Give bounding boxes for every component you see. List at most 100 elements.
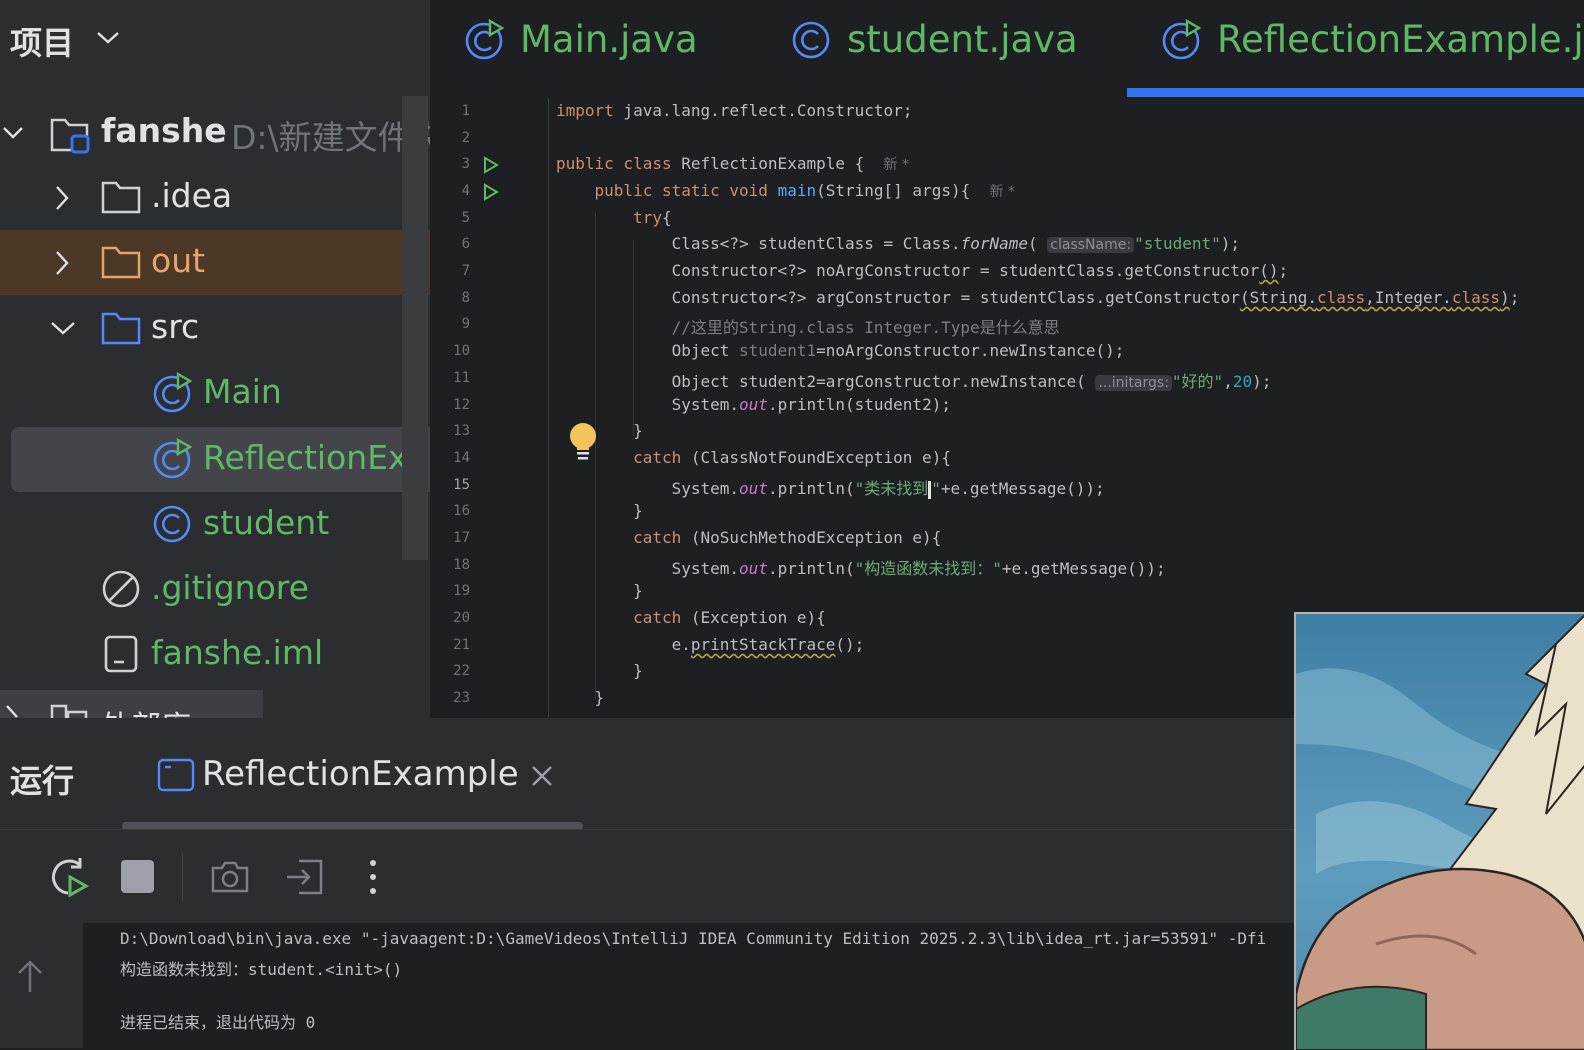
- run-tab-reflectionexample[interactable]: ReflectionExample: [150, 748, 570, 808]
- anime-character-image: [1296, 614, 1584, 1050]
- line-number: 23: [453, 690, 470, 706]
- chevron-right-icon[interactable]: [2, 704, 22, 718]
- line-number: 12: [453, 397, 470, 413]
- line-number: 22: [453, 663, 470, 679]
- sidebar-scrollbar[interactable]: [402, 96, 428, 560]
- code-line: 4 public static void main(String[] args)…: [430, 179, 1584, 206]
- active-tab-indicator: [1127, 88, 1584, 97]
- code-line: 1 import java.lang.reflect.Constructor;: [430, 99, 1584, 126]
- code-line: 14 catch (ClassNotFoundException e){: [430, 446, 1584, 473]
- tree-item-label: fanshe.iml: [151, 633, 324, 672]
- new-marker: 新 *: [989, 184, 1015, 200]
- source-folder-icon: [101, 312, 141, 345]
- tree-item-main[interactable]: Main: [0, 361, 430, 426]
- tree-item-label: fanshe: [101, 111, 227, 150]
- java-runnable-icon: [465, 18, 505, 60]
- stop-button[interactable]: [121, 860, 154, 893]
- chevron-down-icon[interactable]: [50, 318, 76, 338]
- project-panel: 项目 fanshe D:\新建文件夹 .idea out src Main Re…: [0, 0, 430, 718]
- tree-item-project-root[interactable]: fanshe D:\新建文件夹: [0, 100, 430, 165]
- project-panel-header[interactable]: 项目: [0, 0, 430, 82]
- import-icon[interactable]: [285, 857, 325, 897]
- tab-reflectionexample-java[interactable]: ReflectionExample.java: [1161, 14, 1584, 68]
- string-literal: "构造函数未找到：": [854, 559, 1002, 578]
- line-number: 3: [461, 156, 470, 172]
- number-literal: 20: [1232, 372, 1253, 391]
- folder-icon: [101, 181, 141, 214]
- code-line: 16 }: [430, 499, 1584, 526]
- chevron-right-icon[interactable]: [52, 185, 72, 211]
- close-icon[interactable]: [530, 764, 554, 788]
- line-number: 9: [461, 316, 470, 332]
- tab-label: ReflectionExample.java: [1217, 18, 1584, 61]
- toolbar-separator: [182, 852, 183, 902]
- more-options-icon[interactable]: [366, 857, 380, 897]
- parameter-hint: ...initargs:: [1095, 375, 1172, 391]
- tree-item-fanshe-iml[interactable]: fanshe.iml: [0, 622, 430, 687]
- tree-item-label: src: [151, 307, 200, 346]
- java-runnable-icon: [1162, 18, 1202, 60]
- code-line: 11 Object student2=argConstructor.newIns…: [430, 366, 1584, 393]
- tree-item-label: out: [151, 241, 206, 280]
- new-marker: 新 *: [883, 157, 909, 173]
- chevron-right-icon[interactable]: [52, 250, 72, 276]
- code-line: 3 public class ReflectionExample { 新 *: [430, 152, 1584, 179]
- tree-item-out[interactable]: out: [0, 230, 430, 295]
- code-line: 5 try{: [430, 206, 1584, 233]
- line-number: 4: [461, 183, 470, 199]
- excluded-folder-icon: [101, 246, 141, 279]
- chevron-down-icon[interactable]: [96, 26, 120, 50]
- tree-item-idea[interactable]: .idea: [0, 165, 430, 230]
- line-number: 13: [453, 423, 470, 439]
- iml-file-icon: [104, 635, 138, 673]
- console-line: 构造函数未找到：student.<init>(): [120, 960, 403, 979]
- scroll-up-icon[interactable]: [16, 958, 44, 994]
- tree-item-external-libs[interactable]: 外部库: [0, 690, 263, 718]
- tab-label: student.java: [847, 18, 1078, 61]
- string-literal: "好的": [1171, 372, 1224, 391]
- code-line: 2: [430, 126, 1584, 153]
- string-literal: "student": [1134, 234, 1221, 253]
- java-runnable-icon: [153, 371, 193, 413]
- tree-item-src[interactable]: src: [0, 296, 430, 361]
- line-number: 21: [453, 637, 470, 653]
- code-line: 8 Constructor<?> argConstructor = studen…: [430, 286, 1584, 313]
- console-gutter: [0, 923, 83, 1048]
- java-class-icon: [153, 505, 191, 543]
- code-line: 19 }: [430, 579, 1584, 606]
- camera-icon[interactable]: [210, 859, 250, 895]
- line-number: 1: [461, 103, 470, 119]
- code-comment: //这里的String.class Integer.Type是什么意思: [671, 318, 1060, 337]
- ignore-file-icon: [102, 570, 140, 608]
- code-line: 9 //这里的String.class Integer.Type是什么意思: [430, 312, 1584, 339]
- code-line: 6 Class<?> studentClass = Class.forName(…: [430, 232, 1584, 259]
- code-line-current: 15 System.out.println("类未找到 "+e.getMessag…: [430, 473, 1584, 500]
- code-line: 13 }: [430, 419, 1584, 446]
- tree-item-reflectionexample[interactable]: ReflectionExample: [11, 427, 430, 492]
- tree-item-label: Main: [203, 372, 282, 411]
- run-window-title: 运行: [10, 762, 75, 800]
- parameter-hint: className:: [1047, 237, 1135, 253]
- tab-student-java[interactable]: student.java: [791, 14, 1091, 68]
- tree-item-gitignore[interactable]: .gitignore: [0, 557, 430, 622]
- console-icon: [157, 758, 195, 792]
- code-line: 7 Constructor<?> noArgConstructor = stud…: [430, 259, 1584, 286]
- rerun-icon[interactable]: [46, 855, 90, 899]
- line-number: 8: [461, 290, 470, 306]
- project-path-hint: D:\新建文件夹: [231, 118, 430, 157]
- tab-main-java[interactable]: Main.java: [464, 14, 724, 68]
- tree-item-label: ReflectionExample: [203, 438, 430, 477]
- project-panel-title[interactable]: 项目: [10, 18, 74, 64]
- overlay-image: [1294, 612, 1584, 1050]
- line-number: 16: [453, 503, 470, 519]
- code-line: 17 catch (NoSuchMethodException e){: [430, 526, 1584, 553]
- java-class-icon: [792, 21, 830, 59]
- tree-item-label: 外部库: [101, 702, 191, 718]
- tree-item-student[interactable]: student: [0, 492, 430, 557]
- console-line: 进程已结束，退出代码为 0: [120, 1013, 316, 1032]
- line-number: 11: [453, 370, 470, 386]
- chevron-down-icon[interactable]: [2, 122, 24, 144]
- line-number: 6: [461, 236, 470, 252]
- line-number: 7: [461, 263, 470, 279]
- line-number: 15: [453, 477, 470, 493]
